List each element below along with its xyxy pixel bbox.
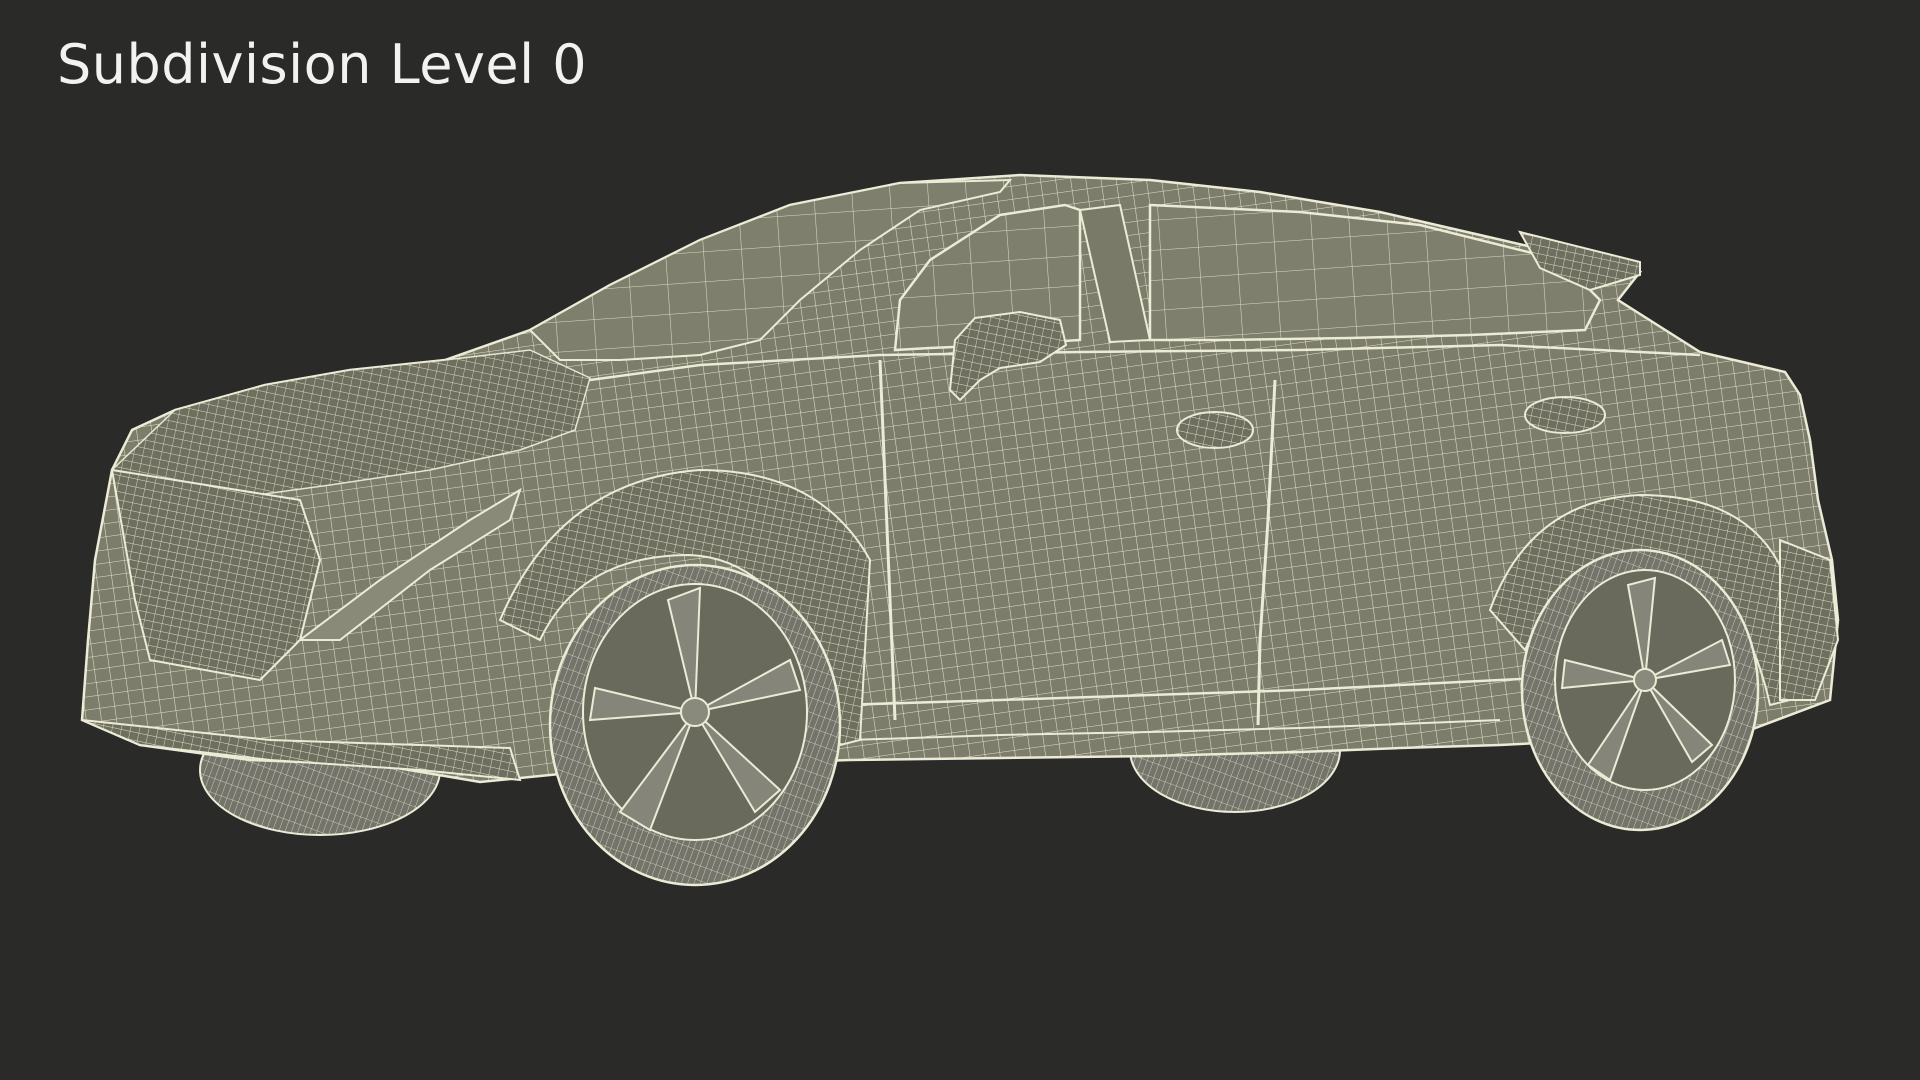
front-near-wheel [548,563,842,887]
car-wireframe-image [80,173,1840,887]
render-viewport: Subdivision Level 0 [0,0,1920,1080]
rear-near-wheel [1520,548,1760,832]
